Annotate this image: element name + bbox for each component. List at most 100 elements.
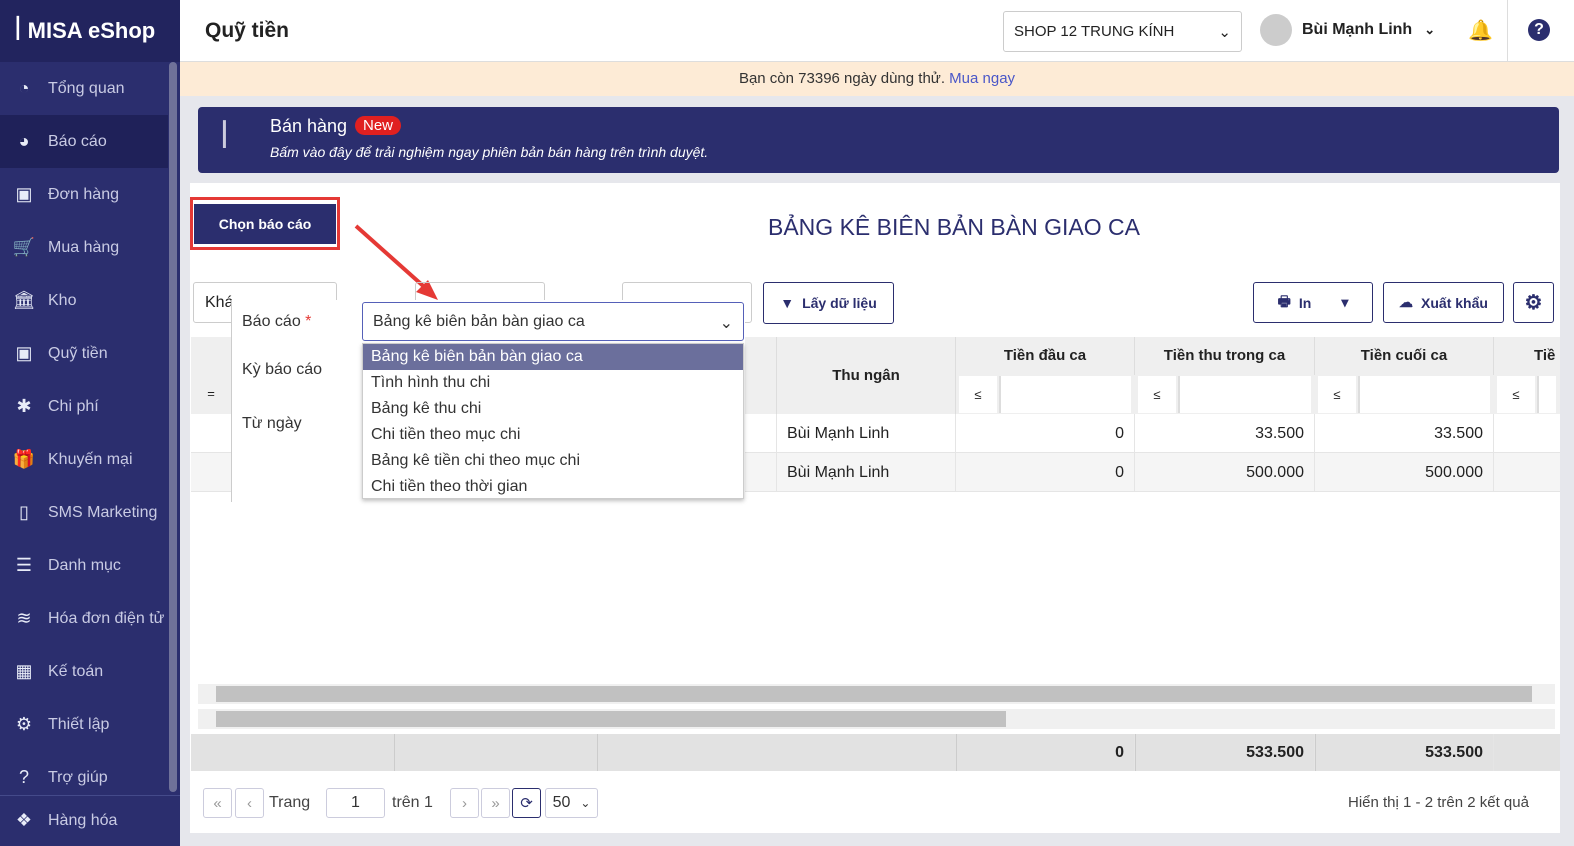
sidebar-item-9[interactable]: ☰ Danh mục bbox=[0, 539, 168, 592]
sidebar-item-1[interactable]: ◕ Báo cáo bbox=[0, 115, 168, 168]
sidebar-item-label: Kế toán bbox=[48, 662, 104, 680]
choose-report-button[interactable]: Chọn báo cáo bbox=[194, 204, 336, 244]
settings-button[interactable]: ⚙ bbox=[1513, 282, 1554, 323]
chevron-down-icon: ⌄ bbox=[719, 315, 733, 332]
sidebar-item-12[interactable]: ⚙ Thiết lập bbox=[0, 698, 168, 751]
page-input[interactable]: 1 bbox=[326, 788, 385, 818]
sidebar-item-label: Quỹ tiền bbox=[48, 344, 108, 362]
calculator-icon: ▦ bbox=[15, 660, 33, 681]
help-icon[interactable]: ? bbox=[1528, 19, 1550, 41]
report-option[interactable]: Chi tiền theo mục chi bbox=[363, 422, 743, 448]
get-data-label: Lấy dữ liệu bbox=[802, 295, 877, 311]
sidebar-item-7[interactable]: 🎁 Khuyến mại bbox=[0, 433, 168, 486]
buy-now-link[interactable]: Mua ngay bbox=[949, 70, 1015, 87]
horizontal-scrollbar[interactable] bbox=[198, 709, 1555, 729]
column-header[interactable]: Thu ngân bbox=[776, 337, 956, 414]
sidebar-item-label: Thiết lập bbox=[48, 715, 110, 733]
report-option[interactable]: Tình hình thu chi bbox=[363, 370, 743, 396]
caret-down-icon: ▾ bbox=[1341, 294, 1349, 310]
refresh-button[interactable]: ⟳ bbox=[512, 788, 541, 818]
report-option[interactable]: Chi tiền theo thời gian bbox=[363, 474, 743, 500]
period-label: Kỳ báo cáo bbox=[242, 361, 323, 378]
filter-operator[interactable]: ≤ bbox=[1497, 376, 1535, 413]
filter-operator[interactable]: ≤ bbox=[1138, 376, 1176, 413]
promo-banner[interactable]: ꟾ Bán hàng New Bấm vào đây để trải nghiệ… bbox=[198, 107, 1559, 173]
safe-icon: ▣ bbox=[15, 342, 33, 363]
filter-operator[interactable]: ≤ bbox=[959, 376, 997, 413]
sidebar-item-3[interactable]: 🛒 Mua hàng bbox=[0, 221, 168, 274]
report-title: BẢNG KÊ BIÊN BẢN BÀN GIAO CA bbox=[768, 214, 1140, 240]
next-page-button[interactable]: › bbox=[450, 788, 479, 818]
column-header[interactable]: Tiền thu trong ca bbox=[1135, 337, 1315, 375]
filter-value: Khá bbox=[205, 294, 234, 311]
shop-select[interactable]: SHOP 12 TRUNG KÍNH ⌄ bbox=[1003, 11, 1242, 52]
sidebar-item-label: Hàng hóa bbox=[48, 812, 118, 829]
table-cell: Bùi Mạnh Linh bbox=[776, 414, 956, 453]
boxes-icon: ❖ bbox=[15, 810, 33, 830]
sidebar-item-2[interactable]: ▣ Đơn hàng bbox=[0, 168, 168, 221]
sidebar-item-4[interactable]: 🏛 Kho bbox=[0, 274, 168, 327]
page-total: trên 1 bbox=[392, 794, 433, 811]
invoice-icon: ≋ bbox=[16, 607, 32, 628]
chevron-down-icon: ⌄ bbox=[1424, 22, 1436, 37]
sidebar-item-label: Khuyến mại bbox=[48, 450, 133, 468]
sidebar-item-label: Báo cáo bbox=[48, 132, 107, 150]
logo-icon: ꟾ bbox=[14, 15, 22, 46]
sidebar-item-0[interactable]: ◔ Tổng quan bbox=[0, 62, 168, 115]
last-page-button[interactable]: » bbox=[481, 788, 510, 818]
trial-text: Bạn còn 73396 ngày dùng thử. bbox=[738, 70, 945, 87]
gift-icon: 🎁 bbox=[12, 448, 36, 469]
column-filter-input[interactable] bbox=[1358, 376, 1490, 413]
page-size-value: 50 bbox=[552, 794, 571, 811]
sidebar-item-14[interactable]: ❖ Hàng hóa bbox=[0, 795, 180, 846]
report-select-value: Bảng kê biên bản bàn giao ca bbox=[373, 313, 585, 330]
required-mark: * bbox=[305, 313, 312, 330]
gear-icon: ⚙ bbox=[1524, 292, 1543, 314]
sidebar-item-11[interactable]: ▦ Kế toán bbox=[0, 645, 168, 698]
table-cell: 0 bbox=[956, 453, 1135, 492]
total-cell: 533.500 bbox=[1315, 734, 1494, 771]
report-label-text: Báo cáo bbox=[242, 313, 301, 330]
print-label: In bbox=[1298, 294, 1312, 311]
sidebar: ꟾ MISA eShop ◔ Tổng quan ◕ Báo cáo ▣ Đơn hàng 🛒… bbox=[0, 0, 180, 846]
chevron-down-icon: ⌄ bbox=[580, 796, 591, 810]
user-menu[interactable]: Bùi Mạnh Linh ⌄ bbox=[1260, 14, 1435, 46]
report-option[interactable]: Bảng kê tiền chi theo mục chi bbox=[363, 448, 743, 474]
sidebar-item-5[interactable]: ▣ Quỹ tiền bbox=[0, 327, 168, 380]
first-page-button[interactable]: « bbox=[203, 788, 232, 818]
table-cell: Bùi Mạnh Linh bbox=[776, 453, 956, 492]
column-filter-input[interactable] bbox=[1537, 376, 1556, 413]
sidebar-item-8[interactable]: ▯ SMS Marketing bbox=[0, 486, 168, 539]
logo[interactable]: ꟾ MISA eShop bbox=[0, 0, 180, 62]
filter-operator[interactable]: ≤ bbox=[1318, 376, 1356, 413]
sidebar-scrollbar[interactable] bbox=[169, 62, 177, 792]
horizontal-scrollbar[interactable] bbox=[198, 684, 1555, 704]
sidebar-item-label: Trợ giúp bbox=[48, 768, 108, 786]
column-header[interactable]: Tiề bbox=[1494, 337, 1560, 375]
report-select[interactable]: Bảng kê biên bản bàn giao ca ⌄ bbox=[362, 302, 744, 341]
filter-operator[interactable]: = bbox=[191, 375, 231, 413]
column-filter-input[interactable] bbox=[1178, 376, 1311, 413]
export-button[interactable]: ☁ Xuất khẩu bbox=[1383, 282, 1504, 323]
page-size-select[interactable]: 50 ⌄ bbox=[545, 788, 598, 818]
sidebar-item-label: Hóa đơn điện tử bbox=[48, 609, 165, 627]
sidebar-item-6[interactable]: ✱ Chi phí bbox=[0, 380, 168, 433]
report-option[interactable]: Bảng kê thu chi bbox=[363, 396, 743, 422]
sidebar-item-label: Tổng quan bbox=[48, 79, 125, 97]
refresh-icon: ⟳ bbox=[520, 795, 533, 812]
promo-subtitle: Bấm vào đây để trải nghiệm ngay phiên bả… bbox=[270, 144, 709, 160]
promo-title: Bán hàng bbox=[270, 116, 348, 136]
print-button[interactable]: 🖶 In ▾ bbox=[1253, 282, 1373, 323]
money-icon: ✱ bbox=[16, 395, 32, 416]
report-option[interactable]: Bảng kê biên bản bàn giao ca bbox=[363, 344, 743, 370]
bell-icon[interactable]: 🔔 bbox=[1468, 18, 1493, 43]
sidebar-item-10[interactable]: ≋ Hóa đơn điện tử bbox=[0, 592, 168, 645]
column-header[interactable]: Tiền cuối ca bbox=[1315, 337, 1494, 375]
help-icon: ? bbox=[18, 766, 29, 787]
get-data-button[interactable]: ▼ Lấy dữ liệu bbox=[763, 282, 894, 324]
column-filter-input[interactable] bbox=[999, 376, 1131, 413]
avatar bbox=[1260, 14, 1292, 46]
dashboard-icon: ◔ bbox=[18, 77, 30, 98]
prev-page-button[interactable]: ‹ bbox=[235, 788, 264, 818]
column-header[interactable]: Tiền đầu ca bbox=[956, 337, 1135, 375]
